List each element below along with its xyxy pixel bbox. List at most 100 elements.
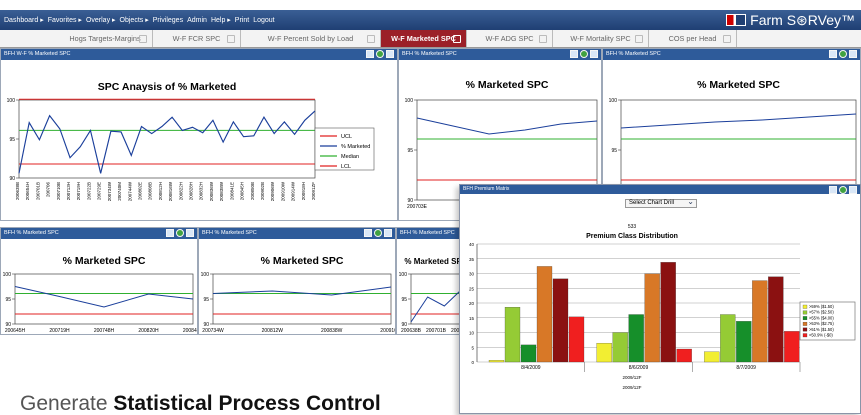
maximize-icon[interactable] [849,50,857,58]
maximize-icon[interactable] [849,186,857,194]
x-tick-label: 200719H [49,328,70,334]
maximize-icon[interactable] [186,229,194,237]
footer-label: 2009/12F [622,385,641,390]
print-icon[interactable] [366,50,374,58]
tab-wf-fcr[interactable]: W-F FCR SPC [153,30,241,47]
nav-overlay[interactable]: Overlay ▸ [86,16,116,24]
y-tick-label: 100 [405,98,414,104]
spc-main-chart: SPC Anaysis of % Marketed 90 95 100 200638B 2… [7,81,375,201]
export-icon[interactable] [376,50,384,58]
nav-privileges[interactable]: Privileges [153,17,183,24]
x-tick-label: 200703E [407,204,428,210]
nav-admin[interactable]: Admin [187,17,207,24]
y-tick-label: 100 [3,272,12,278]
x-tick-label: 200828H [189,182,194,200]
tab-hogs-targets[interactable]: Hogs Targets-Margins [58,30,153,47]
maximize-icon[interactable] [386,50,394,58]
x-tick-label: 200719H [76,182,81,200]
chart-panel-6: BFH % Marketed SPC % Marketed SPC 90 95 100… [396,227,466,335]
x-tick-label: 200845H [240,182,245,200]
nav-logout[interactable]: Logout [253,17,274,24]
tab-wf-percent-sold[interactable]: W-F Percent Sold by Load [241,30,381,47]
nav-favorites[interactable]: Favorites ▸ [48,16,82,24]
panel-title-2: BFH % Marketed SPC [402,51,457,57]
legend-label: UCL [341,134,352,140]
y-tick-label: 0 [471,360,474,365]
marketing-caption: Generate Statistical Process Control [20,392,381,415]
maximize-icon[interactable] [590,50,598,58]
x-tick-label: 200802E [137,182,142,200]
maximize-icon[interactable] [384,229,392,237]
x-tick-label: 200822H [178,182,183,200]
tab-wf-marketed-spc[interactable]: W-F Marketed SPC [381,30,467,47]
x-tick-label: 200729E [97,182,102,200]
tab-wf-adg-spc[interactable]: W-F ADG SPC [467,30,553,47]
tab-cos-per-head[interactable]: COS per Head [649,30,737,47]
export-icon[interactable] [839,50,847,58]
x-tick-label: 200734W [202,328,224,334]
nav-help[interactable]: Help ▸ [211,16,231,24]
chart-panel-1: BFH W-F % Marketed SPC SPC Anaysis of % … [0,48,398,221]
premium-bar [704,351,720,363]
print-icon[interactable] [829,50,837,58]
chart-title: Premium Class Distribution [586,233,678,240]
y-tick-label: 95 [407,148,413,154]
export-icon[interactable] [374,229,382,237]
premium-bar [612,332,628,363]
x-tick-label: 200701B [35,182,40,200]
print-icon[interactable] [570,50,578,58]
y-tick-label: 95 [401,297,407,303]
chart-subtitle: 533 [628,224,637,230]
legend-label: Median [341,154,359,160]
export-icon[interactable] [580,50,588,58]
panel-actions [166,229,194,237]
export-icon[interactable] [839,186,847,194]
export-icon[interactable] [176,229,184,237]
x-tick-label: 20091ZF [311,182,316,200]
nav-print[interactable]: Print [235,17,249,24]
farm-survey-logo: Farm S⊛RVey™ [726,10,855,30]
y-tick-label: 40 [469,242,475,247]
print-icon[interactable] [166,229,174,237]
x-tick-label: 200841E [229,182,234,200]
y-tick-label: 95 [9,137,15,143]
print-icon[interactable] [829,186,837,194]
logo-flag-icon [726,14,747,26]
legend-label: >57% ($2.50) [809,310,834,315]
premium-bar [784,331,800,363]
chart-drill-select[interactable]: Select Chart Drill [625,198,697,208]
legend-label: >59% ($1.50) [809,304,834,309]
x-tick-label: 200713H [66,182,71,200]
premium-bar [676,348,692,363]
legend-label: >51% ($1.50) [809,327,834,332]
legend-swatch [802,316,808,321]
print-icon[interactable] [364,229,372,237]
y-tick-label: 90 [9,176,15,182]
premium-bar [720,314,736,363]
marketed-series-line [14,286,194,308]
panel-actions [829,186,857,194]
nav-dashboard[interactable]: Dashboard ▸ [4,16,44,24]
x-tick-label: 200812H [158,182,163,200]
premium-matrix-window[interactable]: BFH Premium Matrix Select Chart Drill 53… [459,184,861,414]
legend-label: >55% ($4.00) [809,315,834,320]
legend-label: <50.9% (-$0) [809,333,833,338]
dashboard-tabs: Hogs Targets-Margins W-F FCR SPC W-F Per… [0,30,861,48]
panel-title-4: BFH % Marketed SPC [4,230,59,236]
marketed-series-line [410,289,462,323]
y-tick-label: 30 [469,272,475,277]
x-tick-label: 200836W [209,181,214,201]
panel-title-5: BFH % Marketed SPC [202,230,257,236]
x-tick-label: 200845H [183,328,198,334]
brand-name: Farm S⊛RVey™ [750,11,855,28]
nav-objects[interactable]: Objects ▸ [120,16,149,24]
premium-bar [536,266,553,363]
chart-title: % Marketed SPC [63,255,146,267]
tab-wf-mortality-spc[interactable]: W-F Mortality SPC [553,30,649,47]
legend-label: LCL [341,164,351,170]
x-tick-label: 200838W [321,328,343,334]
x-tick-label: 200701B [426,328,447,334]
x-tick-label: 200808B [148,182,153,200]
x-tick-label: 200838W [219,181,224,201]
y-tick-label: 25 [469,286,475,291]
